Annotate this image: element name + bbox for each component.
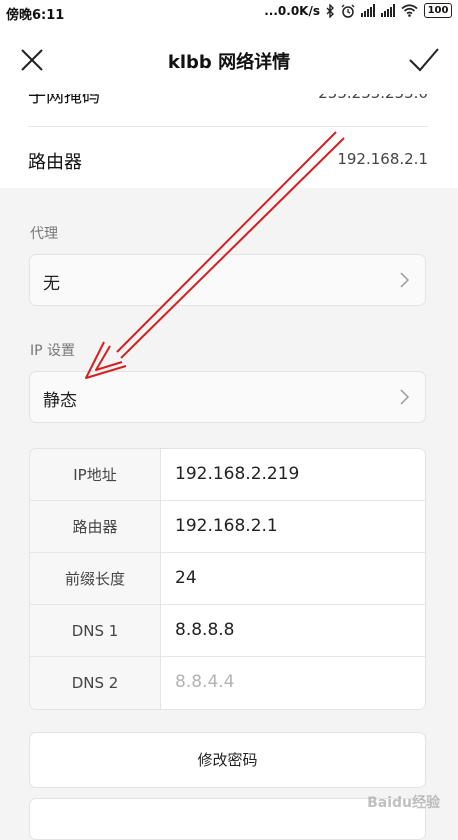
- status-time: 傍晚6:11: [6, 8, 65, 23]
- subnet-mask-value: 255.255.255.0: [318, 94, 428, 102]
- bluetooth-icon: [326, 3, 334, 18]
- dns2-row: DNS 2 8.8.4.4: [30, 657, 425, 709]
- dns1-input[interactable]: 8.8.8.8: [175, 620, 234, 640]
- gateway-label: 路由器: [30, 501, 161, 553]
- ip-address-input[interactable]: 192.168.2.219: [175, 464, 299, 484]
- ip-settings-section-label: IP 设置: [30, 343, 76, 359]
- proxy-select[interactable]: 无: [29, 254, 426, 306]
- header-bar: klbb 网络详情: [0, 24, 458, 94]
- check-icon[interactable]: [408, 46, 440, 74]
- prefix-length-row: 前缀长度 24: [30, 553, 425, 605]
- proxy-value: 无: [43, 274, 60, 294]
- ip-address-row: IP地址 192.168.2.219: [30, 449, 425, 501]
- network-speed: ...0.0K/s: [264, 3, 320, 18]
- network-info-card: 子网掩码 255.255.255.0 路由器 192.168.2.1: [0, 94, 458, 188]
- prefix-length-input[interactable]: 24: [175, 568, 197, 588]
- dns2-label: DNS 2: [30, 657, 161, 709]
- chevron-right-icon: [400, 272, 409, 288]
- dns1-label: DNS 1: [30, 605, 161, 657]
- modify-password-button[interactable]: 修改密码: [29, 732, 426, 788]
- ip-settings-value: 静态: [43, 391, 77, 411]
- static-ip-table: IP地址 192.168.2.219 路由器 192.168.2.1 前缀长度 …: [29, 448, 426, 710]
- gateway-row: 路由器 192.168.2.1: [30, 501, 425, 553]
- alarm-icon: [341, 4, 355, 18]
- battery-icon: 100: [424, 3, 452, 18]
- chevron-right-icon: [400, 389, 409, 405]
- baidu-watermark: Baidu经验: [367, 795, 440, 811]
- wifi-icon: [401, 4, 418, 17]
- signal-icon: [381, 4, 395, 17]
- page-title: klbb 网络详情: [167, 52, 291, 73]
- gateway-input[interactable]: 192.168.2.1: [175, 516, 278, 536]
- router-label: 路由器: [28, 152, 82, 173]
- prefix-length-label: 前缀长度: [30, 553, 161, 605]
- ip-address-label: IP地址: [30, 449, 161, 501]
- router-value: 192.168.2.1: [337, 150, 428, 168]
- ip-settings-select[interactable]: 静态: [29, 371, 426, 423]
- subnet-mask-label: 子网掩码: [28, 94, 100, 107]
- dns1-row: DNS 1 8.8.8.8: [30, 605, 425, 657]
- row-divider: [28, 126, 428, 127]
- status-bar: 傍晚6:11 ...0.0K/s 100: [0, 0, 458, 24]
- dns2-input[interactable]: 8.8.4.4: [175, 672, 234, 692]
- status-icons: ...0.0K/s 100: [264, 3, 452, 18]
- signal-icon: [361, 4, 375, 17]
- proxy-section-label: 代理: [30, 226, 58, 242]
